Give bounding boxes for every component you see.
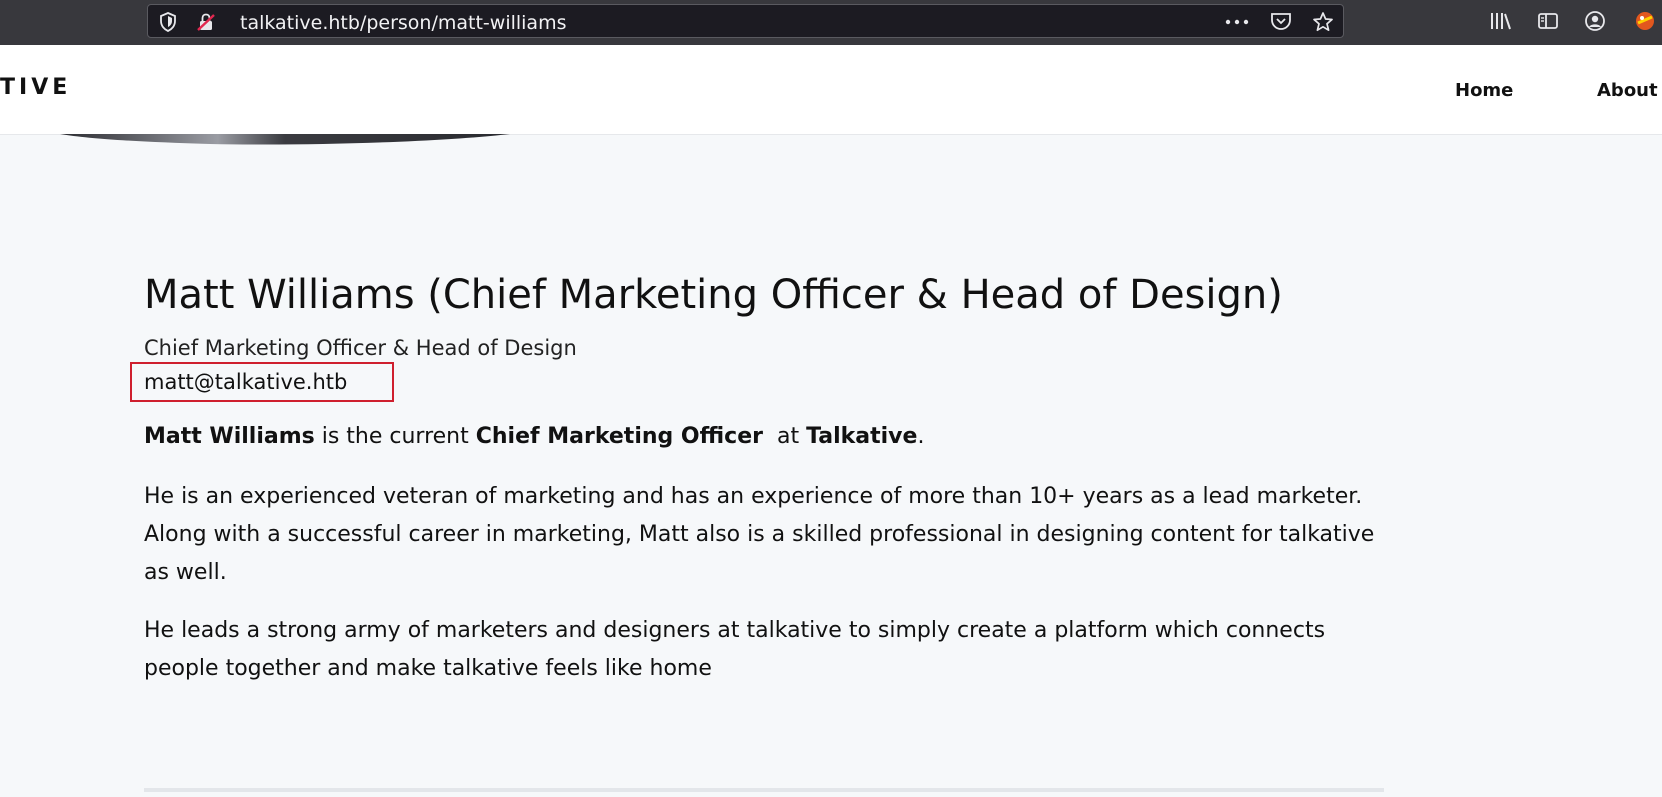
url-text[interactable]: talkative.htb/person/matt-williams bbox=[240, 12, 566, 34]
person-email: matt@talkative.htb bbox=[144, 370, 348, 394]
extension-icon[interactable] bbox=[1632, 9, 1658, 33]
browser-toolbar: talkative.htb/person/matt-williams bbox=[0, 0, 1662, 45]
intro-paragraph: Matt Williams is the current Chief Marke… bbox=[144, 418, 1384, 456]
page-title: Matt Williams (Chief Marketing Officer &… bbox=[144, 272, 1283, 318]
more-icon[interactable] bbox=[1225, 19, 1249, 25]
pocket-icon[interactable] bbox=[1270, 11, 1292, 31]
insecure-lock-icon[interactable] bbox=[196, 12, 216, 32]
site-header: TIVE Home About bbox=[0, 45, 1662, 135]
account-icon[interactable] bbox=[1584, 10, 1606, 32]
sidebar-icon[interactable] bbox=[1537, 11, 1559, 31]
person-profile: Matt Williams (Chief Marketing Officer &… bbox=[130, 270, 1384, 688]
intro-company: Talkative bbox=[806, 424, 918, 449]
bio-paragraph-2: He leads a strong army of marketers and … bbox=[144, 618, 1326, 681]
shield-icon[interactable] bbox=[159, 12, 177, 32]
section-divider bbox=[144, 788, 1384, 792]
nav-link-about[interactable]: About bbox=[1597, 80, 1658, 101]
address-bar[interactable]: talkative.htb/person/matt-williams bbox=[147, 4, 1344, 38]
star-icon[interactable] bbox=[1312, 11, 1334, 33]
intro-text-3: . bbox=[917, 424, 925, 449]
person-role: Chief Marketing Officer & Head of Design bbox=[144, 336, 577, 360]
intro-name: Matt Williams bbox=[144, 424, 315, 449]
hero-image-edge bbox=[60, 134, 510, 145]
intro-text-2: at bbox=[762, 424, 807, 449]
intro-text-1: is the current bbox=[314, 424, 476, 449]
nav-link-home[interactable]: Home bbox=[1455, 80, 1513, 101]
bio-paragraph-1: He is an experienced veteran of marketin… bbox=[144, 484, 1375, 585]
intro-role: Chief Marketing Officer bbox=[475, 424, 763, 449]
library-icon[interactable] bbox=[1489, 11, 1513, 31]
site-logo[interactable]: TIVE bbox=[0, 75, 71, 100]
email-container: matt@talkative.htb bbox=[130, 362, 1384, 402]
